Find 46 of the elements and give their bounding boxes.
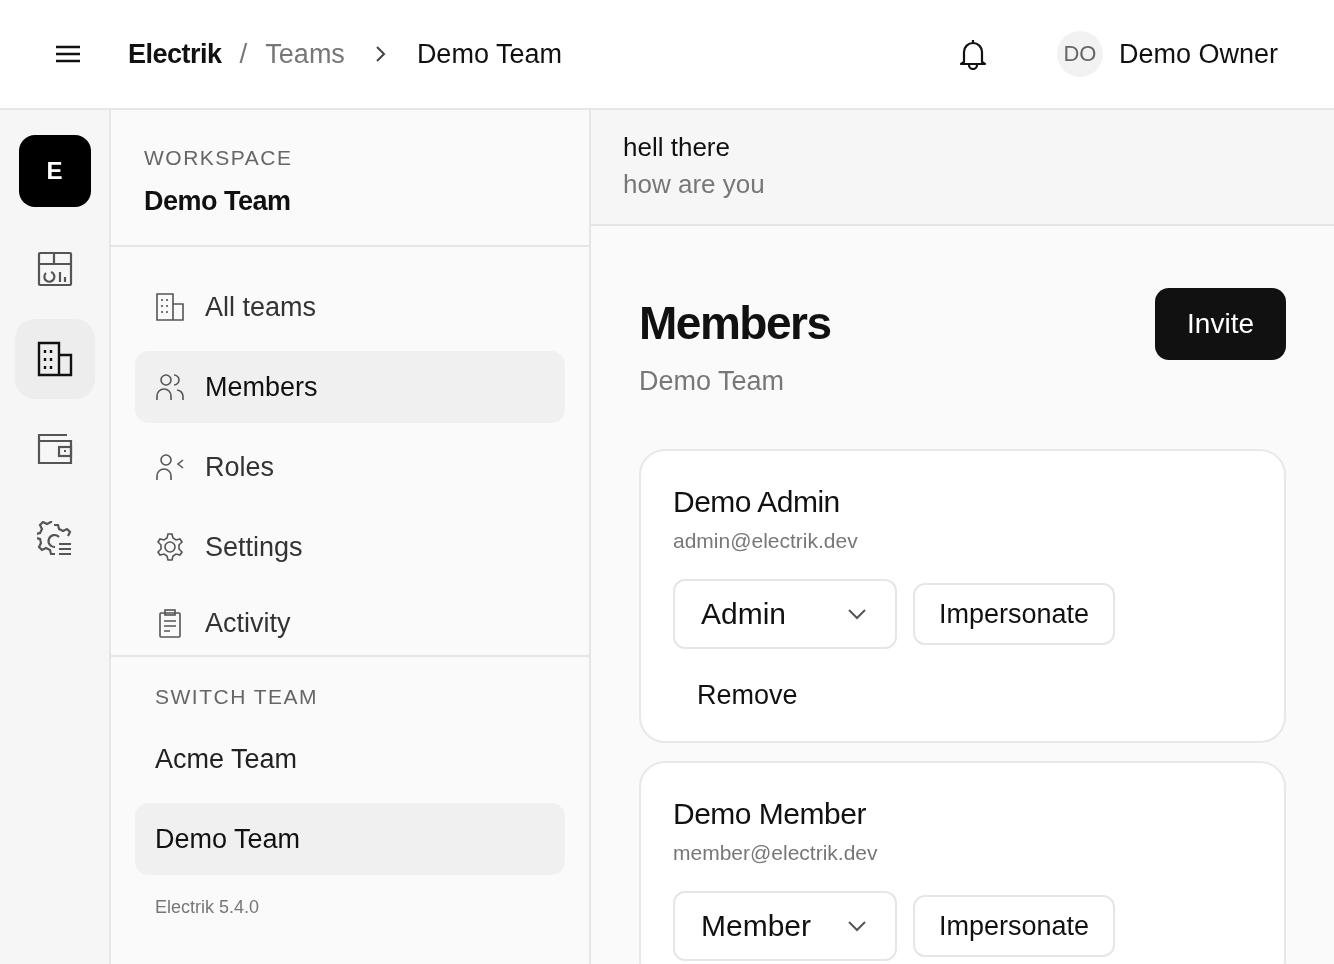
wallet-icon [36, 431, 73, 467]
version-text: Electrik 5.4.0 [154, 897, 261, 918]
workspace-logo[interactable]: E [18, 135, 91, 207]
member-name: Demo Member [673, 797, 867, 831]
workspace-name: Demo Team [144, 186, 292, 217]
breadcrumb-current: Demo Team [416, 38, 562, 70]
user-name[interactable]: Demo Owner [1118, 38, 1278, 70]
member-email: admin@electrik.dev [673, 529, 859, 553]
invite-button[interactable]: Invite [1155, 288, 1286, 360]
remove-button[interactable]: Remove [697, 673, 1252, 717]
section-label: SWITCH TEAM [154, 685, 320, 709]
users-icon [155, 372, 185, 402]
dashboard-icon [36, 251, 73, 287]
breadcrumb-link[interactable]: Electrik [128, 38, 222, 70]
chevron-down-icon [847, 920, 867, 932]
building-icon [155, 292, 185, 322]
section-label: WORKSPACE [144, 146, 294, 170]
breadcrumb-separator: / [239, 38, 248, 70]
rail-button[interactable] [14, 319, 95, 399]
notification-bell-icon[interactable] [958, 38, 987, 70]
nav-item[interactable]: Roles [135, 431, 565, 503]
building-icon [36, 341, 73, 377]
team-item[interactable]: Acme Team [135, 723, 565, 795]
team-item[interactable]: Demo Team [135, 803, 565, 875]
menu-icon[interactable] [55, 44, 81, 64]
impersonate-button[interactable]: Impersonate [913, 895, 1116, 957]
role-dropdown[interactable]: Member [673, 891, 897, 961]
page-title: Members [639, 296, 831, 350]
chevron-down-icon [847, 608, 867, 620]
member-email: member@electrik.dev [673, 841, 879, 865]
user-icon [155, 452, 185, 482]
banner-text: how are you [623, 169, 766, 200]
nav-item[interactable]: Settings [135, 511, 565, 583]
user-avatar[interactable]: DO [1056, 31, 1103, 77]
member-name: Demo Admin [673, 485, 841, 519]
breadcrumb-link[interactable]: Teams [265, 38, 345, 70]
impersonate-button[interactable]: Impersonate [913, 583, 1116, 645]
page-subtitle: Demo Team [639, 366, 786, 397]
settings-icon [36, 521, 73, 557]
nav-item[interactable]: Members [135, 351, 565, 423]
nav-item[interactable]: All teams [135, 271, 565, 343]
chevron-right-icon [374, 45, 387, 63]
nav-item[interactable]: Activity [135, 591, 565, 655]
gear-icon [155, 532, 185, 562]
role-dropdown[interactable]: Admin [673, 579, 897, 649]
banner-title: hell there [623, 132, 731, 163]
